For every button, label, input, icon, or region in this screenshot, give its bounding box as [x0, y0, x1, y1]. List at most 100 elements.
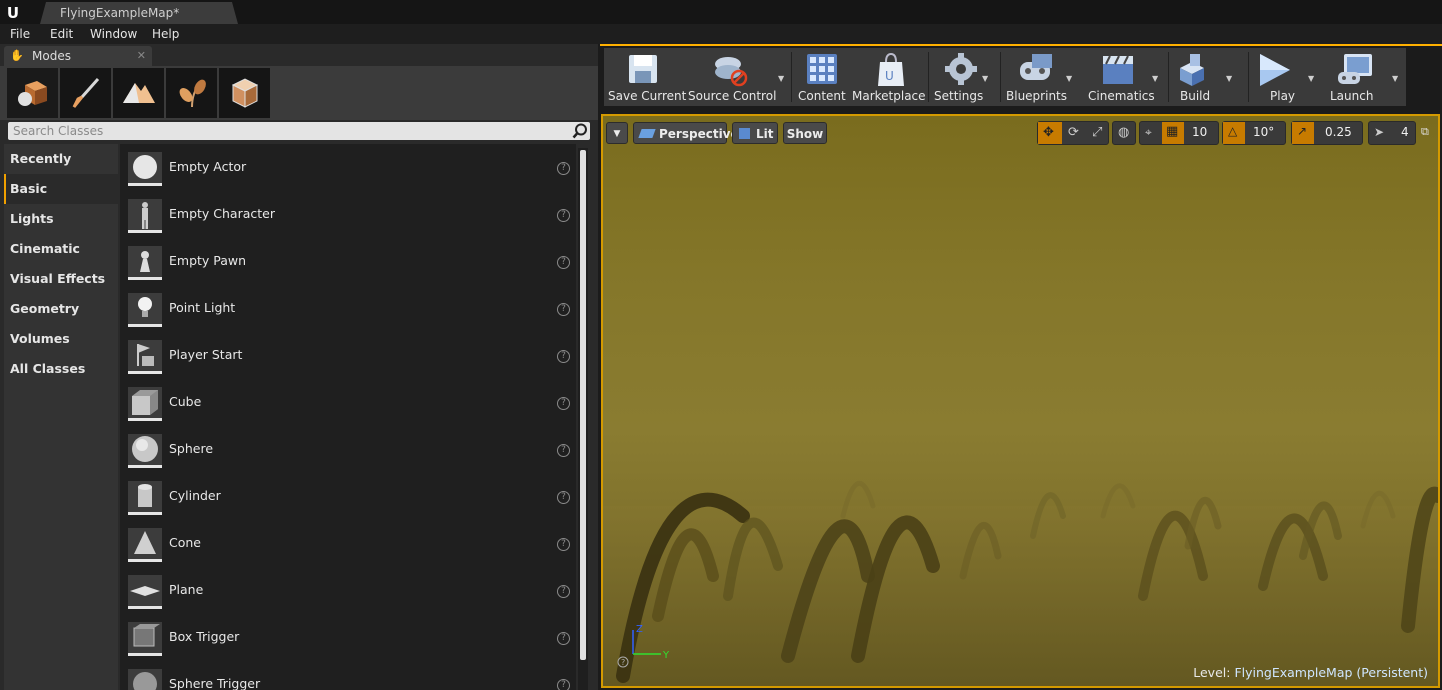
translate-mode-button[interactable]: ✥ [1038, 122, 1062, 144]
list-item[interactable]: Empty Character ? [120, 191, 576, 238]
help-icon[interactable]: ? [557, 632, 570, 645]
category-cinematic[interactable]: Cinematic [4, 234, 118, 264]
chevron-down-icon[interactable]: ▼ [1152, 74, 1158, 83]
grid-snap-toggle[interactable]: ▦ [1162, 122, 1184, 144]
help-icon[interactable]: ? [557, 679, 570, 690]
help-icon[interactable]: ? [557, 538, 570, 551]
category-basic[interactable]: Basic [4, 174, 118, 204]
grid-snap-value[interactable]: 10 [1192, 125, 1207, 139]
list-item[interactable]: Player Start ? [120, 332, 576, 379]
list-item[interactable]: Sphere ? [120, 426, 576, 473]
list-item[interactable]: Point Light ? [120, 285, 576, 332]
scrollbar-thumb[interactable] [580, 150, 586, 660]
list-item[interactable]: Sphere Trigger ? [120, 661, 576, 690]
category-all-classes[interactable]: All Classes [4, 354, 118, 384]
list-item[interactable]: Plane ? [120, 567, 576, 614]
list-item[interactable]: Box Trigger ? [120, 614, 576, 661]
paint-mode-button[interactable] [60, 68, 111, 118]
settings-button[interactable]: Settings ▼ [932, 48, 998, 106]
rotation-snap-value[interactable]: 10° [1253, 125, 1274, 139]
help-icon[interactable]: ? [557, 350, 570, 363]
scale-snap-value[interactable]: 0.25 [1325, 125, 1352, 139]
chevron-down-icon[interactable]: ▼ [1226, 74, 1232, 83]
build-label: Build [1180, 89, 1211, 103]
list-item[interactable]: Empty Actor ? [120, 144, 576, 191]
maximize-viewport-icon[interactable]: ⧉ [1421, 125, 1429, 139]
separator [928, 52, 929, 102]
help-icon[interactable]: ? [557, 585, 570, 598]
category-lights[interactable]: Lights [4, 204, 118, 234]
camera-speed-group[interactable]: ➤ 4 [1368, 121, 1416, 145]
box-trigger-icon [128, 622, 162, 656]
close-icon[interactable]: ✕ [137, 46, 146, 66]
launch-icon [1338, 54, 1372, 84]
help-icon[interactable]: ? [557, 256, 570, 269]
menu-window[interactable]: Window [90, 24, 137, 44]
play-button[interactable]: Play ▼ [1252, 48, 1322, 106]
list-item[interactable]: Cube ? [120, 379, 576, 426]
geometry-edit-mode-button[interactable] [219, 68, 270, 118]
category-recently-placed[interactable]: Recently Placed [4, 144, 118, 196]
surface-snap-button[interactable]: ⌖ [1140, 122, 1162, 144]
category-visual-effects[interactable]: Visual Effects [4, 264, 118, 294]
category-volumes[interactable]: Volumes [4, 324, 118, 354]
help-icon[interactable]: ? [557, 491, 570, 504]
list-item[interactable]: Cone ? [120, 520, 576, 567]
save-current-button[interactable]: Save Current [604, 48, 686, 106]
foliage-icon [179, 79, 206, 108]
cinematics-label: Cinematics [1088, 89, 1155, 103]
chevron-down-icon[interactable]: ▼ [1308, 74, 1314, 83]
scale-snap-icon: ↗ [1297, 124, 1308, 138]
viewport-options-button[interactable]: ▼ [606, 122, 628, 144]
rotation-snap-toggle[interactable]: △ [1223, 122, 1245, 144]
perspective-button[interactable]: Perspective [633, 122, 739, 144]
build-button[interactable]: Build ▼ [1172, 48, 1246, 106]
menu-edit[interactable]: Edit [50, 24, 73, 44]
cinematics-button[interactable]: Cinematics ▼ [1086, 48, 1166, 106]
chevron-down-icon[interactable]: ▼ [982, 74, 988, 83]
help-icon[interactable]: ? [557, 397, 570, 410]
show-button[interactable]: Show [783, 122, 827, 144]
help-icon[interactable]: ? [557, 209, 570, 222]
marketplace-label: Marketplace [852, 89, 926, 103]
category-geometry[interactable]: Geometry [4, 294, 118, 324]
world-local-toggle[interactable]: ◍ [1112, 121, 1136, 145]
scale-snap-toggle[interactable]: ↗ [1292, 122, 1314, 144]
lit-cube-icon [739, 128, 750, 139]
separator [1248, 52, 1249, 102]
surface-snap-icon: ⌖ [1145, 125, 1152, 139]
list-scrollbar[interactable] [578, 148, 588, 690]
lit-button[interactable]: Lit [732, 122, 778, 144]
separator [1168, 52, 1169, 102]
search-classes-input[interactable]: Search Classes [8, 122, 590, 140]
help-icon[interactable]: ? [557, 444, 570, 457]
chevron-down-icon[interactable]: ▼ [1066, 74, 1072, 83]
mode-selector [0, 66, 598, 120]
axis-y-label: Y [662, 650, 670, 661]
rotate-mode-button[interactable]: ⟳ [1062, 122, 1086, 144]
foliage-mode-button[interactable] [166, 68, 217, 118]
list-item[interactable]: Empty Pawn ? [120, 238, 576, 285]
menu-help[interactable]: Help [152, 24, 179, 44]
modes-tab[interactable]: ✋ Modes ✕ [4, 46, 152, 66]
chevron-down-icon[interactable]: ▼ [1392, 74, 1398, 83]
list-item[interactable]: Cylinder ? [120, 473, 576, 520]
blueprints-icon [1020, 54, 1052, 80]
source-control-button[interactable]: Source Control ▼ [684, 48, 790, 106]
help-icon[interactable]: ? [557, 303, 570, 316]
help-icon[interactable]: ? [557, 162, 570, 175]
menu-file[interactable]: File [10, 24, 30, 44]
scale-mode-button[interactable]: ⤢ [1086, 122, 1110, 144]
place-mode-button[interactable] [7, 68, 58, 118]
level-viewport[interactable]: ▼ Perspective Lit Show ✥ ⟳ ⤢ ◍ ⌖ ▦ 10 △ … [601, 114, 1440, 688]
landscape-mode-button[interactable] [113, 68, 164, 118]
chevron-down-icon[interactable]: ▼ [778, 74, 784, 83]
play-icon [1260, 54, 1290, 86]
document-tab[interactable]: FlyingExampleMap* [40, 2, 238, 24]
level-name: FlyingExampleMap (Persistent) [1234, 665, 1428, 680]
marketplace-button[interactable]: U Marketplace [852, 48, 926, 106]
search-icon[interactable] [572, 123, 588, 139]
content-button[interactable]: Content [794, 48, 850, 106]
blueprints-button[interactable]: Blueprints ▼ [1004, 48, 1084, 106]
launch-button[interactable]: Launch ▼ [1324, 48, 1406, 106]
